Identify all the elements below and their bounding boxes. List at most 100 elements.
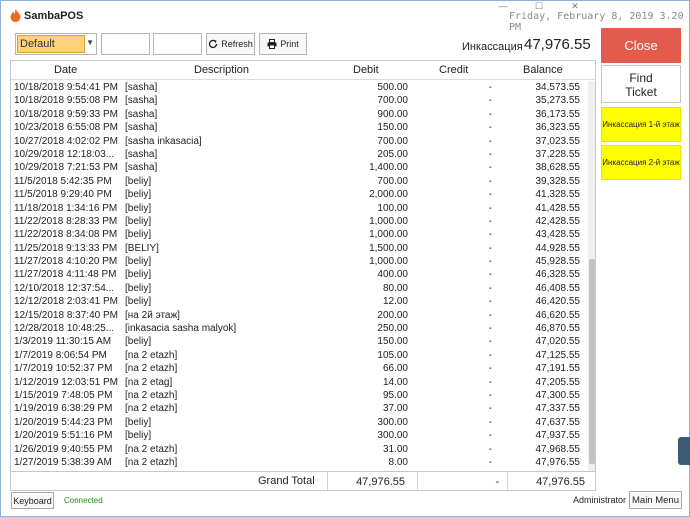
print-icon [267,39,277,49]
find-ticket-button[interactable]: Find Ticket [601,65,681,103]
table-row[interactable]: 1/3/2019 11:30:15 AM [beliy] 150.00 - 47,020… [11,335,586,348]
row-balance: 47,968.55 [535,443,581,455]
row-balance: 47,337.55 [535,403,581,415]
row-balance: 47,300.55 [535,389,581,401]
print-button[interactable]: Print [259,33,307,55]
row-balance: 34,573.55 [535,82,581,93]
table-row[interactable]: 11/22/2018 8:28:33 PM [beliy] 1,000.00 - 42,… [11,215,586,228]
row-credit: - [488,323,492,335]
app-window: SambaPOS — ☐ ✕ Friday, February 8, 2019 … [0,0,690,517]
table-row[interactable]: 11/18/2018 1:34:16 PM [beliy] 100.00 - 41,42… [11,202,586,215]
table-row[interactable]: 11/25/2018 9:13:33 PM [BELIY] 1,500.00 - 44,… [11,242,586,255]
row-description: [sasha] [125,148,158,160]
grand-total-balance: 47,976.55 [507,472,595,490]
table-row[interactable]: 11/27/2018 4:10:20 PM [beliy] 1,000.00 - 45,… [11,255,586,268]
row-date: 11/22/2018 8:34:08 PM [14,229,118,241]
row-date: 1/15/2019 7:48:05 PM [14,389,113,401]
row-description: [na 2 etazh] [125,443,178,455]
row-debit: 12.00 [382,296,408,308]
side-tab-handle[interactable] [678,437,690,465]
column-header-credit[interactable]: Credit [439,64,468,76]
row-description: [na 2 etazh] [125,389,178,401]
minimize-icon[interactable]: — [496,1,510,13]
keyboard-button[interactable]: Keyboard [11,492,54,509]
row-balance: 47,020.55 [535,336,581,348]
table-row[interactable]: 1/26/2019 9:40:55 PM [na 2 etazh] 31.00 - 47… [11,443,586,456]
table-row[interactable]: 10/29/2018 12:18:03... [sasha] 205.00 - 37,2… [11,148,586,161]
column-header-description[interactable]: Description [194,64,249,76]
row-credit: - [488,82,492,93]
row-credit: - [488,108,492,120]
table-row[interactable]: 10/27/2018 4:02:02 PM [sasha inkasacia] 70… [11,135,586,148]
row-debit: 200.00 [377,309,408,321]
table-row[interactable]: 1/19/2019 6:38:29 PM [na 2 etazh] 37.00 - 47… [11,402,586,415]
table-row[interactable]: 12/10/2018 12:37:54... [beliy] 80.00 - 46,40… [11,282,586,295]
row-balance: 38,628.55 [535,162,581,174]
column-header-date[interactable]: Date [54,64,77,76]
scrollbar-thumb[interactable] [589,259,595,464]
table-row[interactable]: 10/18/2018 9:55:08 PM [sasha] 700.00 - 35,27… [11,94,586,107]
vertical-scrollbar[interactable] [588,81,595,471]
row-credit: - [488,215,492,227]
table-row[interactable]: 12/15/2018 8:37:40 PM [на 2й этаж] 200.00 -… [11,309,586,322]
close-button[interactable]: Close [601,28,681,63]
cash-floor1-button[interactable]: Инкассация 1-й этаж [601,107,681,142]
table-row[interactable]: 10/23/2018 6:55:08 PM [sasha] 150.00 - 36,32… [11,121,586,134]
row-debit: 31.00 [382,443,408,455]
cash-floor2-button[interactable]: Инкассация 2-й этаж [601,145,681,180]
row-date: 12/10/2018 12:37:54... [14,282,115,294]
table-row[interactable]: 11/22/2018 8:34:08 PM [beliy] 1,000.00 - 43,… [11,228,586,241]
table-row[interactable]: 10/29/2018 7:21:53 PM [sasha] 1,400.00 - 38,… [11,161,586,174]
row-description: [beliy] [125,416,152,428]
table-row[interactable]: 1/27/2019 5:38:39 AM [na 2 etazh] 8.00 - 47,… [11,456,586,469]
grand-total-debit: 47,976.55 [327,472,417,490]
table-row[interactable]: 1/15/2019 7:48:05 PM [na 2 etazh] 95.00 - 47… [11,389,586,402]
row-credit: - [488,296,492,308]
row-credit: - [488,336,492,348]
refresh-button[interactable]: Refresh [206,33,255,55]
row-date: 1/12/2019 12:03:51 PM [14,376,118,388]
row-balance: 36,323.55 [535,122,581,134]
table-row[interactable]: 11/5/2018 9:29:40 PM [beliy] 2,000.00 - 41,3… [11,188,586,201]
table-row[interactable]: 1/20/2019 5:44:23 PM [beliy] 300.00 - 47,637… [11,416,586,429]
column-header-balance[interactable]: Balance [523,64,563,76]
table-row[interactable]: 1/7/2019 8:06:54 PM [na 2 etazh] 105.00 - 47… [11,349,586,362]
row-date: 10/29/2018 7:21:53 PM [14,162,118,174]
table-row[interactable]: 12/28/2018 10:48:25... [inkasacia sasha m… [11,322,586,335]
table-row[interactable]: 1/7/2019 10:52:37 PM [na 2 etazh] 66.00 - 47… [11,362,586,375]
row-credit: - [488,162,492,174]
table-row[interactable]: 11/27/2018 4:11:48 PM [beliy] 400.00 - 46,32… [11,268,586,281]
column-header-debit[interactable]: Debit [353,64,379,76]
row-debit: 14.00 [382,376,408,388]
table-row[interactable]: 10/18/2018 9:59:33 PM [sasha] 900.00 - 36,17… [11,108,586,121]
row-debit: 37.00 [382,403,408,415]
row-balance: 43,428.55 [535,229,581,241]
row-date: 10/23/2018 6:55:08 PM [14,122,118,134]
main-menu-button[interactable]: Main Menu [629,491,682,509]
department-select[interactable]: Default ▼ [15,33,97,55]
row-credit: - [488,403,492,415]
row-date: 1/20/2019 5:44:23 PM [14,416,113,428]
row-debit: 1,400.00 [369,162,408,174]
row-balance: 46,408.55 [535,282,581,294]
chevron-down-icon[interactable]: ▼ [86,38,94,47]
row-date: 1/27/2019 5:38:39 AM [14,456,112,468]
row-debit: 1,000.00 [369,215,408,227]
row-balance: 44,928.55 [535,242,581,254]
row-credit: - [488,229,492,241]
table-row[interactable]: 1/12/2019 12:03:51 PM [na 2 etag] 14.00 - 47… [11,376,586,389]
row-date: 10/18/2018 9:59:33 PM [14,108,118,120]
table-row[interactable]: 11/5/2018 5:42:35 PM [beliy] 700.00 - 39,328… [11,175,586,188]
row-balance: 47,191.55 [535,363,581,375]
row-balance: 47,637.55 [535,416,581,428]
table-row[interactable]: 12/12/2018 2:03:41 PM [beliy] 12.00 - 46,420… [11,295,586,308]
row-debit: 300.00 [377,416,408,428]
filter-input-1[interactable] [101,33,150,55]
filter-input-2[interactable] [153,33,202,55]
print-label: Print [280,39,299,49]
row-credit: - [488,349,492,361]
row-description: [beliy] [125,296,152,308]
table-row[interactable]: 10/18/2018 9:54:41 PM [sasha] 500.00 - 34,57… [11,81,586,94]
table-row[interactable]: 1/20/2019 5:51:16 PM [beliy] 300.00 - 47,937… [11,429,586,442]
row-debit: 700.00 [377,175,408,187]
